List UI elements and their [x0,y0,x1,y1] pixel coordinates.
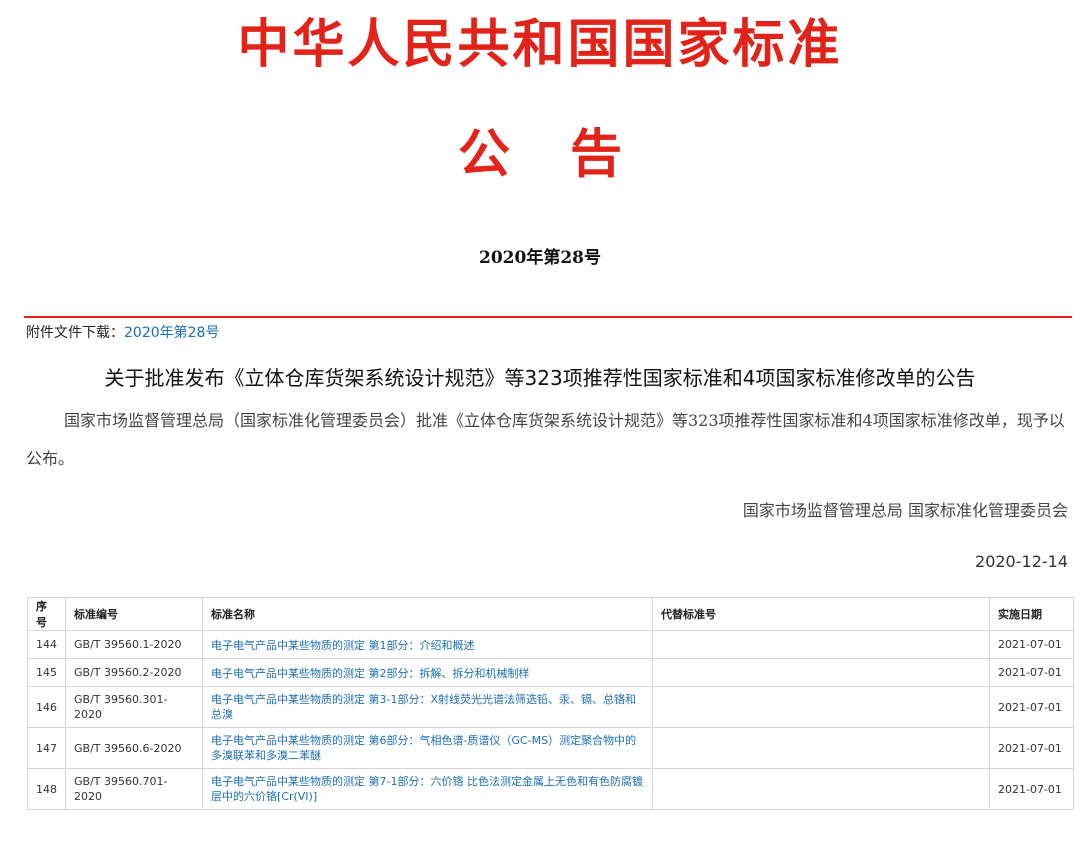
cell-seq: 148 [27,768,66,810]
cell-seq: 145 [27,658,66,687]
cell-std-name[interactable]: 电子电气产品中某些物质的测定 第7-1部分：六价铬 比色法测定金属上无色和有色防… [202,768,653,810]
cell-impl-date: 2021-07-01 [989,768,1074,810]
col-header-std-number: 标准编号 [65,597,203,631]
col-header-impl-date: 实施日期 [989,597,1074,631]
cell-replaced [652,686,990,728]
document-title: 中华人民共和国国家标准 [237,14,843,75]
attachment-label: 附件文件下载： [26,325,124,341]
cell-seq: 147 [27,727,66,769]
table-row: 144 GB/T 39560.1-2020 电子电气产品中某些物质的测定 第1部… [27,630,1074,659]
red-divider [24,316,1072,318]
cell-replaced [652,727,990,769]
cell-std-number: GB/T 39560.301-2020 [65,686,203,728]
notice-body: 国家市场监督管理总局（国家标准化管理委员会）批准《立体仓库货架系统设计规范》等3… [26,411,1065,468]
table-header-row: 序号 标准编号 标准名称 代替标准号 实施日期 [27,597,1074,631]
notice-date: 2020-12-14 [975,552,1068,571]
col-header-seq: 序号 [27,597,66,631]
standards-table: 序号 标准编号 标准名称 代替标准号 实施日期 144 GB/T 39560.1… [27,597,1074,810]
notice-issuer: 国家市场监督管理总局 国家标准化管理委员会 [742,501,1068,520]
table-row: 145 GB/T 39560.2-2020 电子电气产品中某些物质的测定 第2部… [27,658,1074,687]
cell-std-name[interactable]: 电子电气产品中某些物质的测定 第1部分：介绍和概述 [202,630,653,659]
cell-replaced [652,630,990,659]
cell-seq: 144 [27,630,66,659]
cell-std-name[interactable]: 电子电气产品中某些物质的测定 第3-1部分：X射线荧光光谱法筛选铅、汞、镉、总铬… [202,686,653,728]
col-header-std-name: 标准名称 [202,597,653,631]
table-row: 148 GB/T 39560.701-2020 电子电气产品中某些物质的测定 第… [27,768,1074,810]
cell-std-name[interactable]: 电子电气产品中某些物质的测定 第2部分：拆解、拆分和机械制样 [202,658,653,687]
cell-seq: 146 [27,686,66,728]
attachment-link[interactable]: 2020年第28号 [124,325,219,341]
issue-number: 2020年第28号 [479,248,601,268]
cell-std-number: GB/T 39560.701-2020 [65,768,203,810]
cell-std-number: GB/T 39560.2-2020 [65,658,203,687]
col-header-replaced: 代替标准号 [652,597,990,631]
table-row: 146 GB/T 39560.301-2020 电子电气产品中某些物质的测定 第… [27,686,1074,728]
notice-heading: 关于批准发布《立体仓库货架系统设计规范》等323项推荐性国家标准和4项国家标准修… [104,366,976,390]
document-subtitle: 公告 [457,124,682,185]
cell-impl-date: 2021-07-01 [989,658,1074,687]
cell-impl-date: 2021-07-01 [989,686,1074,728]
cell-std-name[interactable]: 电子电气产品中某些物质的测定 第6部分：气相色谱-质谱仪（GC-MS）测定聚合物… [202,727,653,769]
cell-replaced [652,658,990,687]
cell-impl-date: 2021-07-01 [989,727,1074,769]
cell-std-number: GB/T 39560.6-2020 [65,727,203,769]
cell-std-number: GB/T 39560.1-2020 [65,630,203,659]
table-row: 147 GB/T 39560.6-2020 电子电气产品中某些物质的测定 第6部… [27,727,1074,769]
cell-impl-date: 2021-07-01 [989,630,1074,659]
attachment-row: 附件文件下载：2020年第28号 [26,322,219,342]
cell-replaced [652,768,990,810]
